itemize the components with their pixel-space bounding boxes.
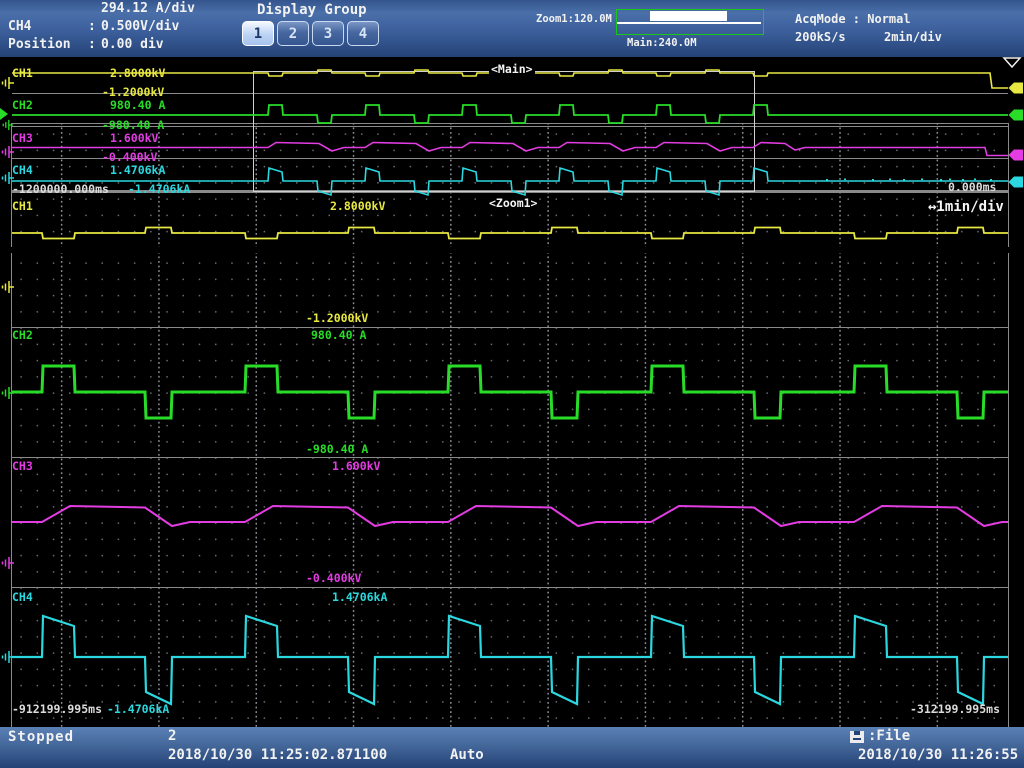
acq-mode-label: AcqMode : Normal: [795, 12, 911, 26]
zoom-region-box[interactable]: [253, 71, 755, 192]
zoom-ch2-top-value: 980.40 A: [311, 329, 366, 342]
clock-datetime: 2018/10/30 11:26:55: [858, 747, 1018, 763]
readout-position-row: Position : 0.00 div: [8, 37, 195, 55]
zoom-ch4-label: CH4: [12, 591, 33, 604]
zoom-ch1-ch2-separator: [12, 327, 1008, 328]
display-group-button-4[interactable]: 4: [347, 21, 379, 46]
readout-current-scale: 294.12 A/div: [101, 1, 195, 19]
top-header-bar: 294.12 A/div CH4 : 0.500V/div Position :…: [0, 0, 1024, 58]
display-group-button-1[interactable]: 1: [242, 21, 274, 46]
zoom-ch2-label: CH2: [12, 329, 33, 342]
readout-channel-row: CH4 : 0.500V/div: [8, 19, 195, 37]
zoom-ch3-bottom-value: -0.400kV: [306, 572, 361, 585]
readout-position-value: 0.00 div: [101, 37, 164, 55]
zoom-ch1-bottom-value: -1.2000kV: [306, 312, 368, 325]
main-ch4-label: CH4: [12, 164, 33, 177]
display-group-button-2[interactable]: 2: [277, 21, 309, 46]
trigger-timestamp: 2018/10/30 11:25:02.871100: [168, 747, 387, 763]
zoom1-waveform-panel: [11, 253, 1009, 768]
display-group-buttons: 1 2 3 4: [242, 21, 382, 46]
oscilloscope-screen: 294.12 A/div CH4 : 0.500V/div Position :…: [0, 0, 1024, 768]
zoom1-length-label: Zoom1:120.0M: [536, 13, 612, 25]
readout-scale-row: 294.12 A/div: [8, 1, 195, 19]
main-time-left: -1200000.000ms: [12, 183, 109, 196]
readout-channel-name: CH4: [8, 19, 88, 37]
zoom-ch3-top-value: 1.600kV: [332, 460, 380, 473]
main-ch3-label: CH3: [12, 132, 33, 145]
main-ch1-label: CH1: [12, 67, 33, 80]
zoom-time-left: -912199.995ms: [12, 703, 102, 716]
zoom-ch4-top-value: 1.4706kA: [332, 591, 387, 604]
display-group-label: Display Group: [257, 2, 367, 18]
zoom-window-bar[interactable]: [650, 11, 727, 21]
readout-position-label: Position: [8, 37, 88, 55]
main-ch4-bottom-value: -1.4706kA: [128, 183, 190, 196]
main-ch1-top-value: 2.8000kV: [110, 67, 165, 80]
zoom-position-indicator: [616, 9, 764, 35]
main-record-line: [617, 22, 761, 24]
main-time-right: 0.000ms: [948, 181, 996, 194]
zoom-panel-title: <Zoom1>: [487, 197, 539, 210]
file-disk-icon: [849, 730, 866, 744]
readout-row1-label: [8, 1, 88, 19]
zoom-ch1-label: CH1: [12, 200, 33, 213]
status-bar: Stopped 2 2018/10/30 11:25:02.871100 Aut…: [0, 727, 1024, 768]
display-group-button-3[interactable]: 3: [312, 21, 344, 46]
main-timebase-label: 2min/div: [884, 30, 942, 44]
sample-rate-label: 200kS/s: [795, 30, 846, 44]
zoom-ch2-ch3-separator: [12, 457, 1008, 458]
main-ch2-top-value: 980.40 A: [110, 99, 165, 112]
main-ch3-top-value: 1.600kV: [110, 132, 158, 145]
file-label: :File: [868, 728, 910, 744]
zoom-ch3-ch4-separator: [12, 587, 1008, 588]
main-ch4-top-value: 1.4706kA: [110, 164, 165, 177]
zoom-ch3-label: CH3: [12, 460, 33, 473]
trigger-count: 2: [168, 728, 176, 744]
zoom-timebase-label: ↔1min/div: [928, 199, 1004, 215]
zoom-time-right: -312199.995ms: [910, 703, 1000, 716]
main-ch2-label: CH2: [12, 99, 33, 112]
zoom-ch4-bottom-value: -1.4706kA: [107, 703, 169, 716]
main-length-label: Main:240.0M: [627, 37, 697, 49]
readout-volt-scale: 0.500V/div: [101, 19, 179, 37]
acquisition-state: Stopped: [8, 729, 74, 745]
main-panel-title: <Main>: [489, 63, 535, 76]
trigger-mode: Auto: [450, 747, 484, 763]
channel-readout: 294.12 A/div CH4 : 0.500V/div Position :…: [8, 1, 195, 55]
zoom-ch2-bottom-value: -980.40 A: [306, 443, 368, 456]
zoom-ch1-top-value: 2.8000kV: [330, 200, 385, 213]
